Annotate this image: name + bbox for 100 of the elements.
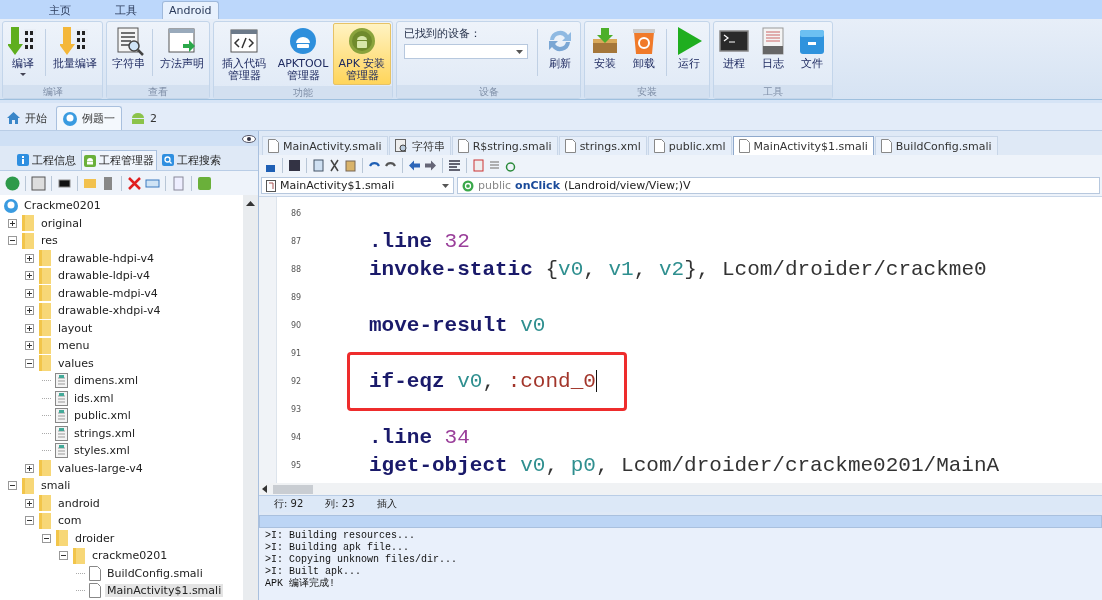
document-tab[interactable]: 例题一 bbox=[56, 106, 122, 130]
scrollbar[interactable] bbox=[259, 483, 1102, 495]
tree-item[interactable]: layout bbox=[56, 321, 95, 335]
file-tab[interactable]: R$string.smali bbox=[451, 136, 558, 155]
save-icon[interactable] bbox=[288, 158, 301, 172]
folder-icon bbox=[55, 530, 69, 547]
line-number: 93 bbox=[289, 404, 303, 414]
expander-icon[interactable] bbox=[25, 253, 34, 263]
document-tab[interactable]: 开始 bbox=[0, 106, 54, 130]
line-number: 91 bbox=[289, 348, 303, 358]
cut-icon[interactable] bbox=[328, 158, 341, 172]
tree-item[interactable]: values bbox=[56, 356, 96, 370]
eye-icon[interactable] bbox=[242, 134, 256, 143]
panel-tab[interactable]: 工程管理器 bbox=[81, 150, 157, 170]
file-icon bbox=[268, 139, 279, 153]
menu-tab[interactable]: Android bbox=[162, 1, 219, 19]
scroll-up-icon[interactable] bbox=[246, 201, 255, 206]
panel-tab[interactable]: 工程搜索 bbox=[159, 150, 224, 170]
tree-item[interactable]: public.xml bbox=[72, 409, 133, 423]
ribbon-button[interactable]: 日志 bbox=[754, 23, 792, 84]
tree-item[interactable]: drawable-mdpi-v4 bbox=[56, 286, 160, 300]
tree-item[interactable]: drawable-ldpi-v4 bbox=[56, 269, 153, 283]
back-icon[interactable] bbox=[408, 158, 421, 172]
tree-item[interactable]: ids.xml bbox=[72, 391, 116, 405]
ribbon-button[interactable]: 插入代码管理器 bbox=[215, 23, 273, 85]
tree-item[interactable]: dimens.xml bbox=[72, 374, 140, 388]
menu-tab[interactable]: 工具 bbox=[96, 1, 156, 19]
xml-file-icon bbox=[55, 408, 68, 424]
tree-item[interactable]: strings.xml bbox=[72, 426, 138, 440]
expander-icon[interactable] bbox=[25, 358, 34, 368]
file-tab[interactable]: strings.xml bbox=[558, 136, 647, 155]
document-tab[interactable]: 2 bbox=[124, 106, 164, 130]
file-tab[interactable]: MainActivity.smali bbox=[262, 136, 388, 155]
file-tab[interactable]: BuildConfig.smali bbox=[874, 136, 998, 155]
expander-icon[interactable] bbox=[8, 218, 17, 228]
ribbon-button[interactable]: 刷新 bbox=[541, 23, 579, 84]
expander-icon[interactable] bbox=[8, 236, 17, 246]
format-icon[interactable] bbox=[448, 158, 461, 172]
ribbon-button[interactable]: APK 安装管理器 bbox=[333, 23, 391, 85]
code-editor[interactable]: 86 87 .line 32 88 invoke-static {v0, v1, v2}, Lcom/droider/crackme0 89 90 move-result v0 91 92 if-eqz v0, :cond_0 93 94 .line 34 95 iget-object v0, p0, Lcom/droider/crackme0201/MainA bbox=[259, 196, 1102, 483]
scrollbar[interactable] bbox=[243, 195, 258, 600]
panel-tab[interactable]: 工程信息 bbox=[14, 150, 79, 170]
scroll-left-icon[interactable] bbox=[262, 485, 267, 493]
forward-icon[interactable] bbox=[424, 158, 437, 172]
log-line: >I: Building resources... bbox=[265, 530, 417, 542]
ribbon-button[interactable]: 进程 bbox=[715, 23, 753, 84]
ribbon-button[interactable]: 安装 bbox=[586, 23, 624, 84]
tree-item[interactable]: com bbox=[56, 514, 84, 528]
tree-item[interactable]: droider bbox=[73, 531, 117, 545]
method-dropdown[interactable]: public onClick (Landroid/view/View;)V bbox=[457, 177, 1100, 194]
ribbon-button[interactable]: 方法声明 bbox=[156, 23, 208, 84]
device-label: 已找到的设备： bbox=[404, 26, 482, 41]
tree-item[interactable]: drawable-xhdpi-v4 bbox=[56, 304, 163, 318]
tree-item[interactable]: menu bbox=[56, 339, 92, 353]
folder-icon bbox=[38, 250, 52, 267]
tree-item[interactable]: BuildConfig.smali bbox=[105, 566, 205, 580]
tree-item[interactable]: values-large-v4 bbox=[56, 461, 145, 475]
expander-icon[interactable] bbox=[59, 551, 68, 561]
expander-icon[interactable] bbox=[25, 271, 34, 281]
folder-icon bbox=[38, 302, 52, 319]
ribbon-button[interactable]: 运行 bbox=[670, 23, 708, 84]
expander-icon[interactable] bbox=[25, 306, 34, 316]
expander-icon[interactable] bbox=[25, 341, 34, 351]
expander-icon[interactable] bbox=[25, 498, 34, 508]
folder-icon bbox=[38, 267, 52, 284]
tree-item[interactable]: drawable-hdpi-v4 bbox=[56, 251, 156, 265]
expander-icon[interactable] bbox=[8, 481, 17, 491]
tree-item[interactable]: styles.xml bbox=[72, 444, 132, 458]
class-dropdown[interactable]: MainActivity$1.smali bbox=[261, 177, 454, 194]
file-tab[interactable]: public.xml bbox=[647, 136, 732, 155]
tree-item[interactable]: smali bbox=[39, 479, 73, 493]
delete-icon[interactable] bbox=[127, 175, 142, 191]
expander-icon[interactable] bbox=[25, 288, 34, 298]
group-title: 安装 bbox=[585, 85, 709, 98]
file-tab[interactable]: 字符串 bbox=[388, 136, 451, 155]
folder-icon bbox=[21, 477, 35, 494]
expander-icon[interactable] bbox=[25, 516, 34, 526]
tree-item[interactable]: original bbox=[39, 216, 85, 230]
menu-tab[interactable]: 主页 bbox=[30, 1, 90, 19]
ribbon-button[interactable]: 编译 bbox=[4, 23, 42, 84]
tree-item[interactable]: res bbox=[39, 234, 60, 248]
tree-item[interactable]: android bbox=[56, 496, 102, 510]
expander-icon[interactable] bbox=[42, 533, 51, 543]
line-indicator: 行: 92 bbox=[274, 497, 304, 511]
file-icon bbox=[653, 139, 665, 153]
scroll-thumb[interactable] bbox=[273, 484, 313, 494]
insert-mode: 插入 bbox=[376, 497, 397, 511]
ribbon-button[interactable]: 卸载 bbox=[625, 23, 663, 84]
ribbon-button[interactable]: APKTOOL管理器 bbox=[274, 23, 332, 85]
tree-item[interactable]: crackme0201 bbox=[90, 549, 170, 563]
line-number: 92 bbox=[289, 376, 303, 386]
ribbon-button[interactable]: 文件 bbox=[793, 23, 831, 84]
expander-icon[interactable] bbox=[25, 323, 34, 333]
tree-item[interactable]: MainActivity$1.smali bbox=[105, 584, 224, 598]
ribbon-button[interactable]: 字符串 bbox=[108, 23, 149, 84]
expander-icon[interactable] bbox=[25, 463, 34, 473]
group-title: 查看 bbox=[107, 85, 209, 98]
file-tab[interactable]: MainActivity$1.smali bbox=[732, 136, 874, 155]
ribbon-button[interactable]: 批量编译 bbox=[49, 23, 101, 84]
tree-item[interactable]: Crackme0201 bbox=[22, 199, 103, 213]
